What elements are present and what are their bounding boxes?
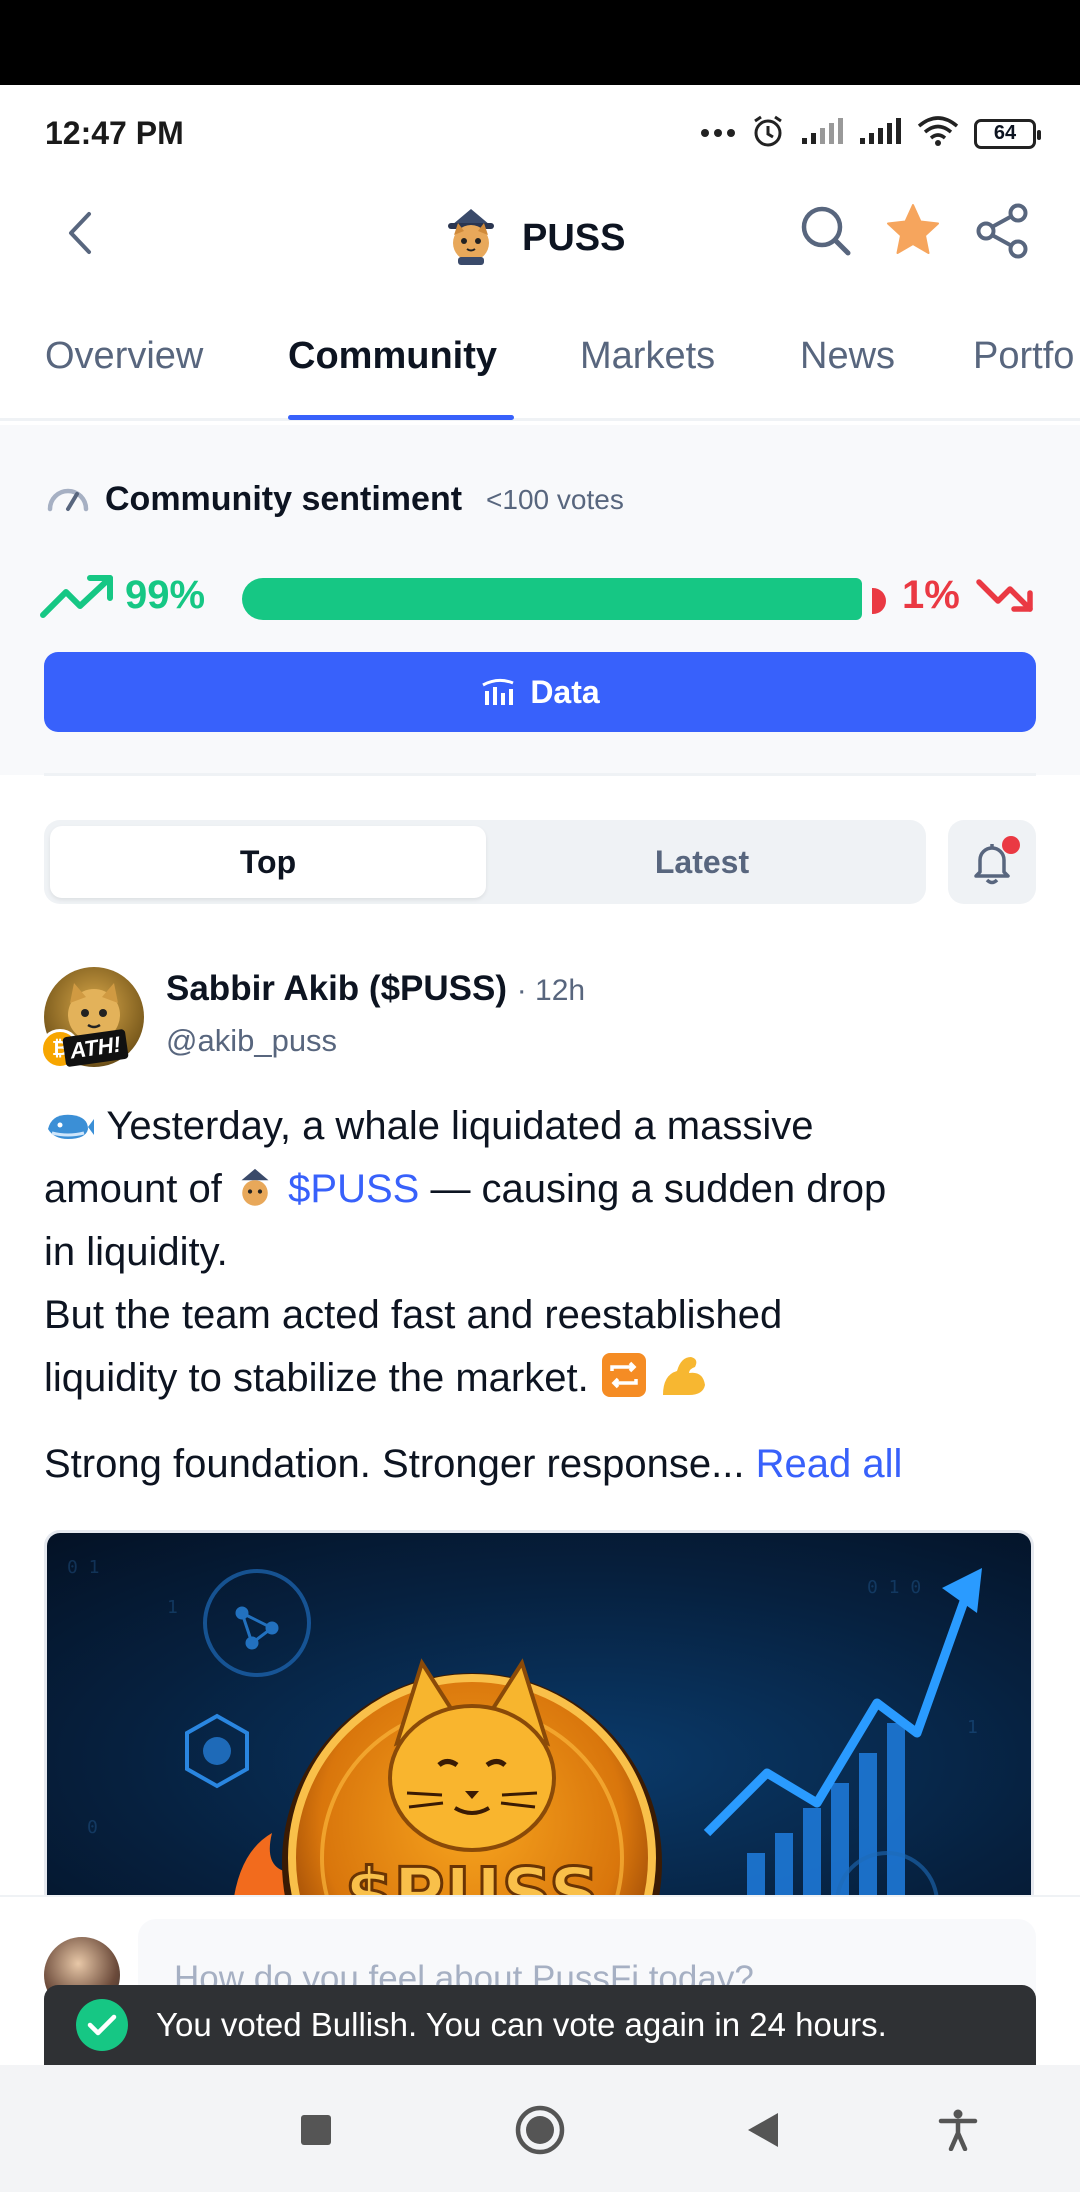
svg-text:0 1: 0 1 [67,1557,100,1578]
coin-title: PUSS [440,205,625,272]
sentiment-title-row: Community sentiment <100 votes [45,480,624,519]
back-icon [748,2113,778,2147]
home-icon [515,2105,565,2155]
tab-news[interactable]: News [800,335,895,378]
community-sentiment-card: Community sentiment <100 votes 99% 1% Da… [0,425,1080,775]
tab-markets[interactable]: Markets [580,335,715,378]
sentiment-bar [242,578,892,620]
svg-text:0: 0 [87,1817,98,1838]
puss-inline-icon [233,1167,277,1211]
author-name: Sabbir Akib ($PUSS) [166,969,507,1008]
svg-text:0 1 0: 0 1 0 [867,1577,921,1598]
notifications-button[interactable] [948,820,1036,904]
watchlist-star-button[interactable] [882,200,944,262]
feed-sort-toggle: Top Latest [44,820,926,904]
svg-text:1: 1 [967,1717,978,1738]
bearish-percent: 1% [902,573,960,617]
camera-cutout-bar [0,0,1080,85]
sentiment-bar-row: 99% 1% [40,565,1040,625]
post-text-line-4: But the team acted fast and reestablishe… [44,1293,783,1337]
accessibility-icon [938,2109,978,2151]
search-icon [801,206,851,256]
status-icons: 64 [700,113,1041,154]
toast-message: You voted Bullish. You can vote again in… [156,2006,887,2043]
bar-chart-icon [482,678,514,705]
bullish-percent: 99% [125,573,206,617]
star-icon [887,204,939,254]
sentiment-title: Community sentiment [105,480,463,518]
trend-down-icon [976,577,1036,622]
post-author[interactable]: Sabbir Akib ($PUSS) · 12h [166,969,585,1009]
tab-overview[interactable]: Overview [45,335,203,378]
bullish-bar-fill [242,578,862,620]
back-arrow-icon [69,212,91,254]
tab-portfolio[interactable]: Portfo [973,335,1074,378]
app-header: PUSS [0,175,1080,290]
post-line-2: amount of $PUSS — causing a sudden drop [44,1158,1044,1221]
post-body: Yesterday, a whale liquidated a massive … [44,1095,1044,1410]
system-nav-bar [0,2065,1080,2192]
puss-logo-icon [440,205,502,272]
share-button[interactable] [972,200,1034,262]
status-bar: 12:47 PM 64 [0,85,1080,175]
trend-up-icon [40,573,116,624]
signal-icon [800,116,844,151]
recents-button[interactable] [286,2105,346,2155]
post-text-line-5: liquidity to stabilize the market. [44,1356,589,1400]
post-line-1: Yesterday, a whale liquidated a massive [44,1095,1044,1158]
coin-name: PUSS [522,217,626,259]
section-divider [44,773,1036,776]
post-text-line-2a: amount of [44,1167,222,1211]
back-button[interactable] [50,203,110,263]
post-image[interactable]: 0 110 1 010 $PUSS [44,1530,1034,1910]
notification-dot [1002,836,1020,854]
signal-icon-2 [858,116,902,151]
flexed-biceps-emoji-icon [659,1356,709,1400]
sort-top-button[interactable]: Top [50,826,486,898]
post-line-5: liquidity to stabilize the market. [44,1347,1044,1410]
author-handle[interactable]: @akib_puss [166,1023,337,1059]
check-icon [76,1999,128,2051]
puss-coin-illustration: 0 110 1 010 $PUSS [47,1533,1031,1910]
read-all-link[interactable]: Read all [756,1442,903,1486]
more-dots-icon [700,125,736,143]
accessibility-button[interactable] [928,2105,988,2155]
post-text-line-1: Yesterday, a whale liquidated a massive [106,1104,814,1148]
cashtag-link[interactable]: $PUSS [288,1167,419,1211]
status-time: 12:47 PM [45,115,184,151]
home-button[interactable] [510,2105,570,2155]
post-header: ₿ ATH! Sabbir Akib ($PUSS) · 12h @akib_p… [40,965,1040,1075]
whale-emoji-icon [44,1104,96,1148]
tab-community[interactable]: Community [288,335,497,378]
back-nav-button[interactable] [732,2105,792,2155]
wifi-icon [916,115,960,152]
gauge-icon [45,482,91,517]
battery-indicator: 64 [974,118,1041,149]
sentiment-votes: <100 votes [486,483,624,515]
post-last-line: Strong foundation. Stronger response... … [44,1442,902,1487]
post-text-line-2b: — causing a sudden drop [430,1167,887,1211]
vote-toast: You voted Bullish. You can vote again in… [44,1985,1036,2065]
sort-latest-button[interactable]: Latest [484,826,920,898]
data-button-label: Data [530,673,600,710]
data-button[interactable]: Data [44,652,1036,732]
search-button[interactable] [795,200,857,262]
bearish-bar-fill [872,588,886,614]
alarm-icon [750,113,786,154]
post-text-line-3: in liquidity. [44,1230,228,1274]
tab-bar: Overview Community Markets News Portfo [0,325,1080,421]
svg-text:1: 1 [167,1597,178,1618]
post-text-line-6: Strong foundation. Stronger response... [44,1442,745,1486]
share-icon [976,203,1028,259]
repeat-emoji-icon [600,1353,648,1400]
active-tab-indicator [288,415,514,420]
recents-icon [301,2115,331,2145]
post-time: · 12h [516,974,586,1007]
